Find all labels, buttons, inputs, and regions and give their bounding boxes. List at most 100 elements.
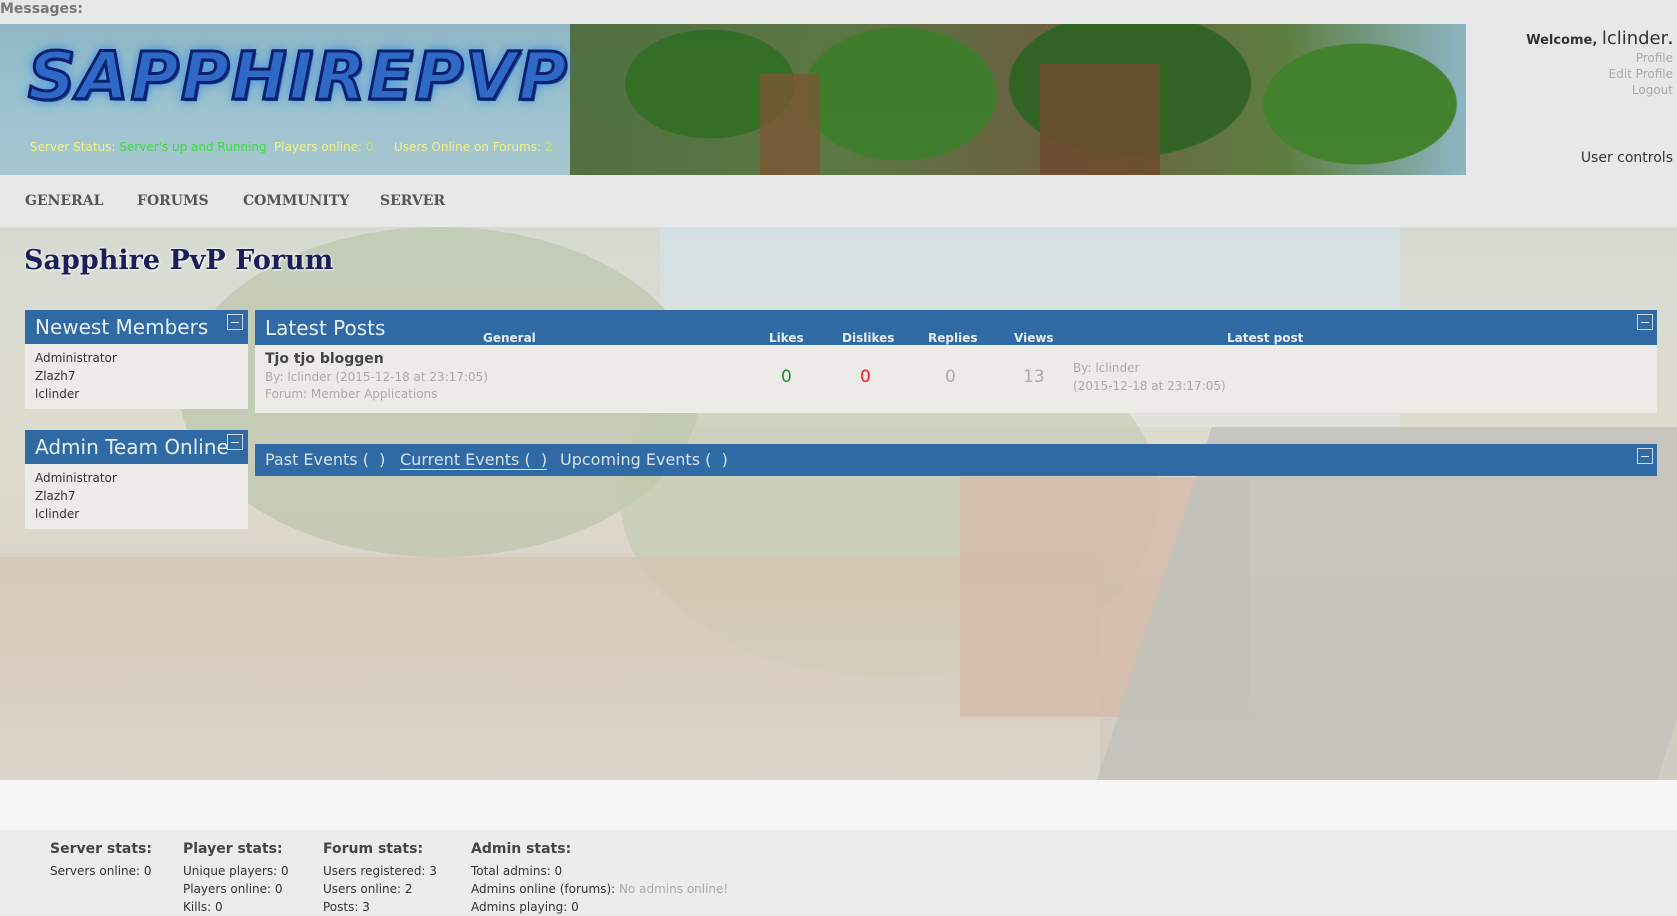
forum-users-online: Users Online on Forums: 2: [394, 140, 553, 154]
post-by-label: By:: [265, 370, 284, 384]
forum-stats-line: Posts: 3: [323, 900, 370, 914]
tab-past-events-label: Past Events: [265, 450, 358, 469]
post-title-link[interactable]: Tjo tjo bloggen: [265, 351, 384, 367]
latest-post-info: By: lclinder (2015-12-18 at 23:17:05): [1073, 359, 1226, 395]
player-stats-line: Kills: 0: [183, 900, 223, 914]
member-item[interactable]: lclinder: [35, 385, 238, 403]
tab-current-events-count: 0: [530, 450, 541, 469]
user-panel: Welcome, lclinder. Profile Edit Profile …: [1477, 28, 1677, 97]
admin-team-panel: Admin Team Online Administrator Zlazh7 l…: [25, 430, 248, 529]
edit-profile-link[interactable]: Edit Profile: [1477, 67, 1673, 81]
forum-stats: Forum stats: Users registered: 3 Users o…: [323, 840, 437, 916]
post-forum-line: Forum: Member Applications: [265, 387, 437, 401]
player-stats-line: Unique players: 0: [183, 864, 289, 878]
column-general: General: [483, 331, 536, 345]
nav-community[interactable]: COMMUNITY: [243, 193, 349, 209]
tab-upcoming-events[interactable]: Upcoming Events (0): [560, 450, 728, 469]
forum-users-online-value: 2: [544, 140, 553, 154]
players-online: Players online: 0: [274, 140, 374, 154]
welcome-dot: .: [1668, 33, 1673, 48]
admin-stats-line: Total admins: 0: [471, 864, 563, 878]
tab-upcoming-events-count: 0: [711, 450, 722, 469]
admin-stats: Admin stats: Total admins: 0 Admins onli…: [471, 840, 728, 916]
post-date: (2015-12-18 at 23:17:05): [335, 370, 488, 384]
latest-post-author[interactable]: By: lclinder: [1073, 359, 1226, 377]
server-status-label: Server Status:: [30, 140, 116, 154]
member-item[interactable]: Administrator: [35, 349, 238, 367]
forum-stats-title: Forum stats:: [323, 841, 424, 857]
header-banner: SAPPHIREPVP Server Status: Server's up a…: [0, 24, 1466, 175]
admin-stats-line: Admins online (forums): No admins online…: [471, 880, 728, 898]
profile-link[interactable]: Profile: [1477, 51, 1673, 65]
player-stats-title: Player stats:: [183, 841, 283, 857]
logout-link[interactable]: Logout: [1477, 83, 1673, 97]
latest-posts-title: Latest Posts: [265, 316, 386, 340]
nav-server[interactable]: SERVER: [380, 193, 445, 209]
post-likes: 0: [781, 367, 792, 387]
server-stats-line: Servers online: 0: [50, 864, 152, 878]
post-forum-label: Forum:: [265, 387, 308, 401]
server-stats: Server stats: Servers online: 0: [50, 840, 152, 880]
collapse-button[interactable]: [227, 434, 243, 450]
admin-stats-title: Admin stats:: [471, 841, 572, 857]
admins-online-value: No admins online!: [619, 882, 729, 896]
latest-posts-panel: Latest Posts General Likes Dislikes Repl…: [255, 310, 1657, 413]
newest-members-panel: Newest Members Administrator Zlazh7 lcli…: [25, 310, 248, 409]
post-forum-link[interactable]: Member Applications: [311, 387, 437, 401]
banner-trunk-image: [1040, 64, 1160, 175]
messages-label: Messages:: [0, 1, 83, 17]
tab-current-events[interactable]: Current Events (0): [400, 450, 548, 470]
server-status: Server Status: Server's up and Running: [30, 140, 267, 154]
newest-members-header: Newest Members: [25, 310, 248, 344]
post-author-line: By: lclinder (2015-12-18 at 23:17:05): [265, 370, 488, 384]
events-header: Past Events (0) Current Events (0) Upcom…: [255, 444, 1657, 476]
newest-members-list: Administrator Zlazh7 lclinder: [25, 344, 248, 409]
member-item[interactable]: Zlazh7: [35, 367, 238, 385]
forum-users-online-label: Users Online on Forums:: [394, 140, 542, 154]
collapse-button[interactable]: [1637, 448, 1653, 464]
admin-item[interactable]: Zlazh7: [35, 487, 238, 505]
collapse-button[interactable]: [1637, 314, 1653, 330]
column-latest-post: Latest post: [1227, 331, 1304, 345]
banner-forest-image: [570, 24, 1466, 175]
nav-forums[interactable]: FORUMS: [137, 193, 209, 209]
column-dislikes: Dislikes: [842, 331, 895, 345]
forum-stats-line: Users registered: 3: [323, 864, 437, 878]
server-status-value: Server's up and Running: [119, 140, 267, 154]
admin-team-header: Admin Team Online: [25, 430, 248, 464]
newest-members-title: Newest Members: [35, 315, 209, 339]
user-controls-label[interactable]: User controls: [1581, 150, 1673, 166]
admin-item[interactable]: lclinder: [35, 505, 238, 523]
latest-posts-header: Latest Posts General Likes Dislikes Repl…: [255, 310, 1657, 345]
player-stats-line: Players online: 0: [183, 882, 283, 896]
admin-item[interactable]: Administrator: [35, 469, 238, 487]
tab-past-events[interactable]: Past Events (0): [265, 450, 385, 469]
players-online-label: Players online:: [274, 140, 363, 154]
main-nav: GENERAL FORUMS COMMUNITY SERVER: [0, 175, 1677, 227]
admin-team-title: Admin Team Online: [35, 435, 229, 459]
forum-stats-line: Users online: 2: [323, 882, 413, 896]
tab-past-events-count: 0: [368, 450, 380, 469]
tab-upcoming-events-label: Upcoming Events: [560, 450, 701, 469]
welcome-text: Welcome, lclinder.: [1477, 28, 1673, 49]
footer-stats: Server stats: Servers online: 0 Player s…: [0, 830, 1677, 916]
tab-current-events-label: Current Events: [400, 450, 520, 469]
column-likes: Likes: [769, 331, 804, 345]
page-title: Sapphire PvP Forum: [24, 245, 334, 276]
admins-online-label: Admins online (forums):: [471, 882, 616, 896]
post-author[interactable]: lclinder: [287, 370, 331, 384]
welcome-prefix: Welcome,: [1526, 33, 1598, 48]
server-stats-title: Server stats:: [50, 841, 152, 857]
site-logo[interactable]: SAPPHIREPVP: [27, 37, 569, 117]
post-row[interactable]: Tjo tjo bloggen By: lclinder (2015-12-18…: [255, 345, 1657, 413]
player-stats: Player stats: Unique players: 0 Players …: [183, 840, 289, 916]
collapse-button[interactable]: [227, 314, 243, 330]
banner-trunk-image: [760, 74, 820, 175]
column-views: Views: [1014, 331, 1054, 345]
events-panel: Past Events (0) Current Events (0) Upcom…: [255, 444, 1657, 476]
nav-general[interactable]: GENERAL: [25, 193, 103, 209]
admin-stats-line: Admins playing: 0: [471, 900, 579, 914]
post-dislikes: 0: [860, 367, 871, 387]
column-replies: Replies: [928, 331, 978, 345]
post-views: 13: [1023, 367, 1045, 387]
